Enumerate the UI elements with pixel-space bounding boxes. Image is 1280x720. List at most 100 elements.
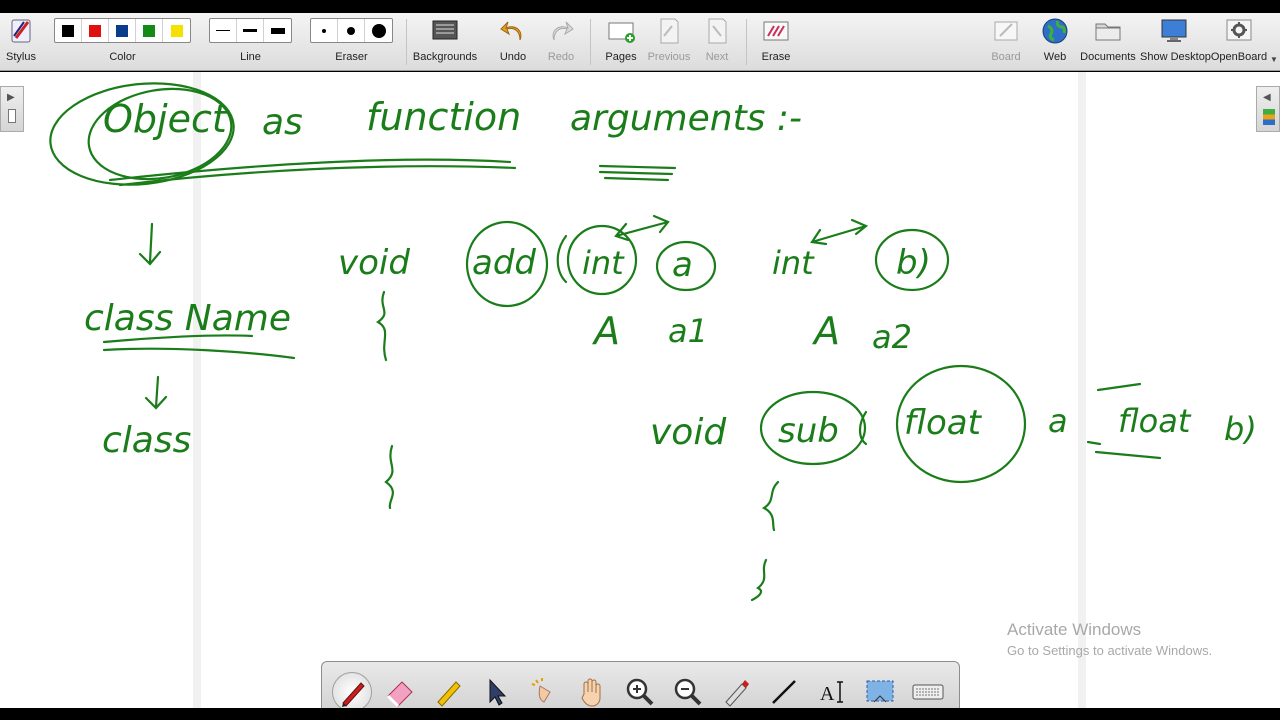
ink-text-sub: sub — [778, 411, 839, 451]
color-black-swatch[interactable] — [55, 19, 82, 42]
ink-dash — [1086, 440, 1102, 446]
ink-arrow-int2 — [810, 218, 869, 246]
add-page-icon — [608, 22, 635, 43]
color-yellow-swatch[interactable] — [163, 19, 190, 42]
line-medium-option[interactable] — [237, 19, 264, 42]
previous-page-button[interactable]: Previous — [646, 13, 692, 71]
undo-icon — [500, 21, 522, 41]
line-group: Line — [209, 13, 292, 71]
next-page-icon — [708, 18, 727, 44]
eraser-medium-option[interactable] — [338, 19, 365, 42]
previous-page-icon — [660, 18, 679, 44]
color-swatches — [54, 18, 191, 43]
laser-tool[interactable] — [524, 672, 564, 712]
eraser-group: Eraser — [310, 13, 393, 71]
ink-text-a: a — [672, 245, 693, 285]
hand-tool[interactable] — [572, 672, 612, 712]
marker-tool[interactable] — [428, 672, 468, 712]
openboard-menu-button[interactable]: OpenBoard — [1210, 13, 1268, 71]
pointer-tool[interactable] — [476, 672, 516, 712]
ink-layer: Object as function arguments :- class Na… — [49, 82, 1257, 602]
show-desktop-button[interactable]: Show Desktop — [1140, 13, 1211, 71]
undo-button[interactable]: Undo — [492, 13, 534, 71]
monitor-icon — [1161, 19, 1187, 42]
eraser-large-option[interactable] — [365, 19, 392, 42]
line-tool[interactable] — [764, 672, 804, 712]
ink-text-class-name: class Name — [84, 298, 291, 339]
zoom-in-tool[interactable] — [620, 672, 660, 712]
marker-icon — [437, 681, 461, 707]
ink-text-object: Object — [103, 97, 229, 141]
stylus-icon — [11, 19, 31, 43]
next-page-button[interactable]: Next — [696, 13, 738, 71]
capture-pen-tool[interactable] — [716, 672, 756, 712]
ink-underline-classname-2 — [102, 347, 296, 360]
screenshot-tool[interactable] — [860, 672, 900, 712]
whiteboard-canvas[interactable]: ▶ ◀ Object as function arguments:- clas… — [0, 72, 1280, 708]
ink-text-b-second: b) — [1224, 410, 1257, 448]
erase-board-icon — [763, 21, 789, 41]
bottom-black-bar — [0, 708, 1280, 720]
ink-text-A-1: A — [591, 309, 620, 353]
ink-arrow-down-2 — [144, 375, 168, 410]
ink-text-as: as — [262, 102, 303, 143]
zoom-in-icon — [626, 678, 654, 706]
activate-windows-subtitle: Go to Settings to activate Windows. — [1007, 643, 1213, 658]
toolbar-separator — [406, 19, 407, 65]
ink-text-float-1: float — [904, 403, 983, 443]
line-icon — [772, 680, 796, 704]
top-black-bar — [0, 0, 1280, 13]
ink-text-arguments: arguments :- — [570, 98, 802, 139]
gear-icon — [1226, 19, 1252, 41]
activate-windows-title: Activate Windows — [1007, 620, 1142, 639]
zoom-out-icon — [674, 678, 702, 706]
hand-icon — [581, 678, 601, 707]
svg-text:A: A — [820, 683, 835, 705]
backgrounds-icon — [432, 20, 458, 40]
toolbar-separator — [590, 19, 591, 65]
ink-text-a1: a1 — [668, 312, 708, 350]
eraser-small-option[interactable] — [311, 19, 338, 42]
documents-button[interactable]: Documents — [1080, 13, 1136, 71]
line-width-options — [209, 18, 292, 43]
toolbar-overflow-button[interactable]: ▼ — [1268, 13, 1280, 71]
keyboard-tool[interactable] — [908, 672, 948, 712]
chevron-down-icon: ▼ — [1270, 55, 1278, 64]
ink-text-function: function — [366, 95, 521, 139]
web-button[interactable]: Web — [1034, 13, 1076, 71]
color-red-swatch[interactable] — [82, 19, 109, 42]
erase-button[interactable]: Erase — [754, 13, 798, 71]
ink-text-class: class — [102, 420, 191, 461]
pointer-icon — [489, 678, 507, 706]
folder-icon — [1095, 23, 1121, 41]
ink-brace-close-1 — [384, 444, 394, 510]
ink-text-a2: a2 — [872, 318, 912, 356]
text-tool[interactable]: A — [812, 672, 852, 712]
line-thick-option[interactable] — [264, 19, 291, 42]
screenshot-icon — [866, 680, 894, 703]
keyboard-icon — [912, 684, 944, 700]
zoom-out-tool[interactable] — [668, 672, 708, 712]
ink-underline-arguments — [598, 164, 677, 182]
pen-tool[interactable] — [332, 672, 372, 712]
ink-brace-open-2 — [761, 480, 780, 532]
board-button[interactable]: Board — [984, 13, 1028, 71]
line-thin-option[interactable] — [210, 19, 237, 42]
ink-text-A-2: A — [811, 309, 840, 353]
backgrounds-button[interactable]: Backgrounds — [412, 13, 478, 71]
pages-button[interactable]: Pages — [598, 13, 644, 71]
redo-button[interactable]: Redo — [540, 13, 582, 71]
board-icon — [994, 21, 1018, 41]
eraser-icon — [386, 681, 413, 708]
color-green-swatch[interactable] — [136, 19, 163, 42]
ink-text-void-1: void — [338, 243, 410, 283]
stylus-button[interactable]: Stylus — [0, 13, 42, 71]
openboard-window: Stylus Color Line Eraser Backgrounds Und… — [0, 0, 1280, 720]
ink-brace-close-2 — [750, 558, 768, 602]
ink-text-b: b) — [896, 243, 931, 283]
main-toolbar: Stylus Color Line Eraser Backgrounds Und… — [0, 13, 1280, 71]
color-blue-swatch[interactable] — [109, 19, 136, 42]
eraser-tool[interactable] — [380, 672, 420, 712]
laser-icon — [531, 678, 551, 703]
ink-text-void-2: void — [650, 412, 727, 453]
